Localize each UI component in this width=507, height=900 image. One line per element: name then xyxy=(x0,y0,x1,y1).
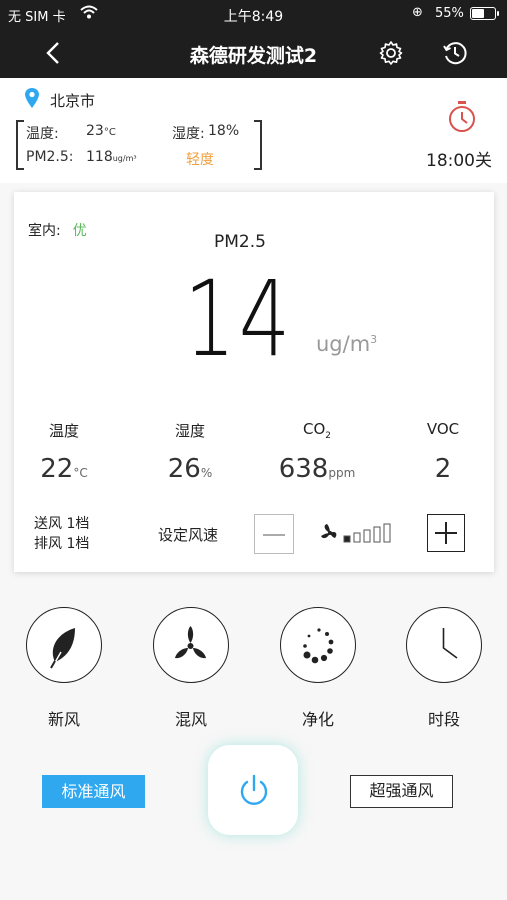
speed-increase-button[interactable] xyxy=(427,514,465,552)
outdoor-air-level: 轻度 xyxy=(186,152,214,168)
mode-mixed-air-button[interactable] xyxy=(153,607,229,683)
pm25-value: 14 xyxy=(184,258,294,380)
exhaust-wind-text: 排风 1档 xyxy=(34,536,90,552)
gear-icon[interactable] xyxy=(378,40,404,66)
fan-level-bar xyxy=(363,529,371,543)
nav-bar: 森德研发测试2 xyxy=(0,28,507,78)
outdoor-temp-value: 23°C xyxy=(86,123,116,139)
rotation-lock-icon: ⊕ xyxy=(412,5,423,20)
page-title: 森德研发测试2 xyxy=(189,45,318,67)
leaf-icon xyxy=(50,628,75,669)
battery-fill xyxy=(472,9,484,18)
dots-spinner-icon xyxy=(303,628,334,664)
mode-purify-label: 净化 xyxy=(301,710,334,729)
outdoor-pm-value: 118ug/m³ xyxy=(86,149,137,165)
location-pin-icon xyxy=(25,88,39,108)
pm25-label: PM2.5 xyxy=(214,232,266,252)
power-icon xyxy=(240,774,268,805)
outdoor-temp-label: 温度: xyxy=(26,126,59,142)
metric-voc-value: 2 xyxy=(434,454,452,484)
top-bar: 无 SIM 卡 上午8:49 ⊕ 55% 森德研发测试2 xyxy=(0,0,507,78)
metric-temp-value: 22°C xyxy=(40,454,88,484)
battery-icon xyxy=(470,7,499,20)
metric-voc-label: VOC xyxy=(426,420,460,438)
city-name: 北京市 xyxy=(50,92,96,110)
status-bar: 无 SIM 卡 上午8:49 ⊕ 55% xyxy=(0,0,507,28)
metric-humidity-value: 26% xyxy=(167,454,213,484)
fan-speed-indicator xyxy=(321,523,391,543)
power-button[interactable] xyxy=(208,745,298,835)
outdoor-humidity-label: 湿度: xyxy=(172,126,205,142)
timer-text[interactable]: 18:00关 xyxy=(426,146,492,171)
outdoor-info-panel: 北京市 温度: 23°C 湿度: 18% PM2.5: 118ug/m³ 轻度 … xyxy=(0,78,507,183)
battery-percent: 55% xyxy=(435,6,464,21)
fan-level-bar xyxy=(383,523,391,543)
supply-wind-text: 送风 1档 xyxy=(34,516,90,532)
outdoor-humidity-value: 18% xyxy=(208,123,240,139)
wind-status: 送风 1档 排风 1档 xyxy=(34,514,89,554)
timer-icon[interactable] xyxy=(446,100,478,134)
fan-level-bar xyxy=(343,535,351,543)
bracket-right xyxy=(254,120,262,170)
standard-ventilation-button[interactable]: 标准通风 xyxy=(42,775,145,808)
speed-decrease-button[interactable] xyxy=(254,514,294,554)
fan-level-bar xyxy=(373,526,381,543)
bracket-left xyxy=(16,120,24,170)
mode-fresh-air-button[interactable] xyxy=(26,607,102,683)
mode-mixed-air-label: 混风 xyxy=(174,710,207,729)
outdoor-pm-label: PM2.5: xyxy=(26,149,74,165)
metric-humidity-label: 湿度 xyxy=(174,422,205,440)
metric-co2-label: CO2 xyxy=(302,420,331,441)
history-icon[interactable] xyxy=(442,40,468,66)
status-time: 上午8:49 xyxy=(223,9,284,25)
metric-co2-value: 638ppm xyxy=(278,454,356,484)
metric-temp-label: 温度 xyxy=(48,422,79,440)
fan-icon xyxy=(321,524,337,539)
pm25-unit: ug/m3 xyxy=(316,332,378,356)
strong-ventilation-button[interactable]: 超强通风 xyxy=(350,775,453,808)
mode-schedule-label: 时段 xyxy=(427,710,460,729)
clock-icon xyxy=(442,628,458,659)
indoor-card: 室内: 优 PM2.5 14 ug/m3 温度 湿度 CO2 VOC 22°C 2… xyxy=(14,192,494,572)
mode-schedule-button[interactable] xyxy=(406,607,482,683)
mode-fresh-air-label: 新风 xyxy=(47,710,80,729)
mode-purify-button[interactable] xyxy=(280,607,356,683)
fan-blades-icon xyxy=(175,626,206,659)
fan-level-bar xyxy=(353,532,361,543)
set-speed-label: 设定风速 xyxy=(158,526,219,544)
